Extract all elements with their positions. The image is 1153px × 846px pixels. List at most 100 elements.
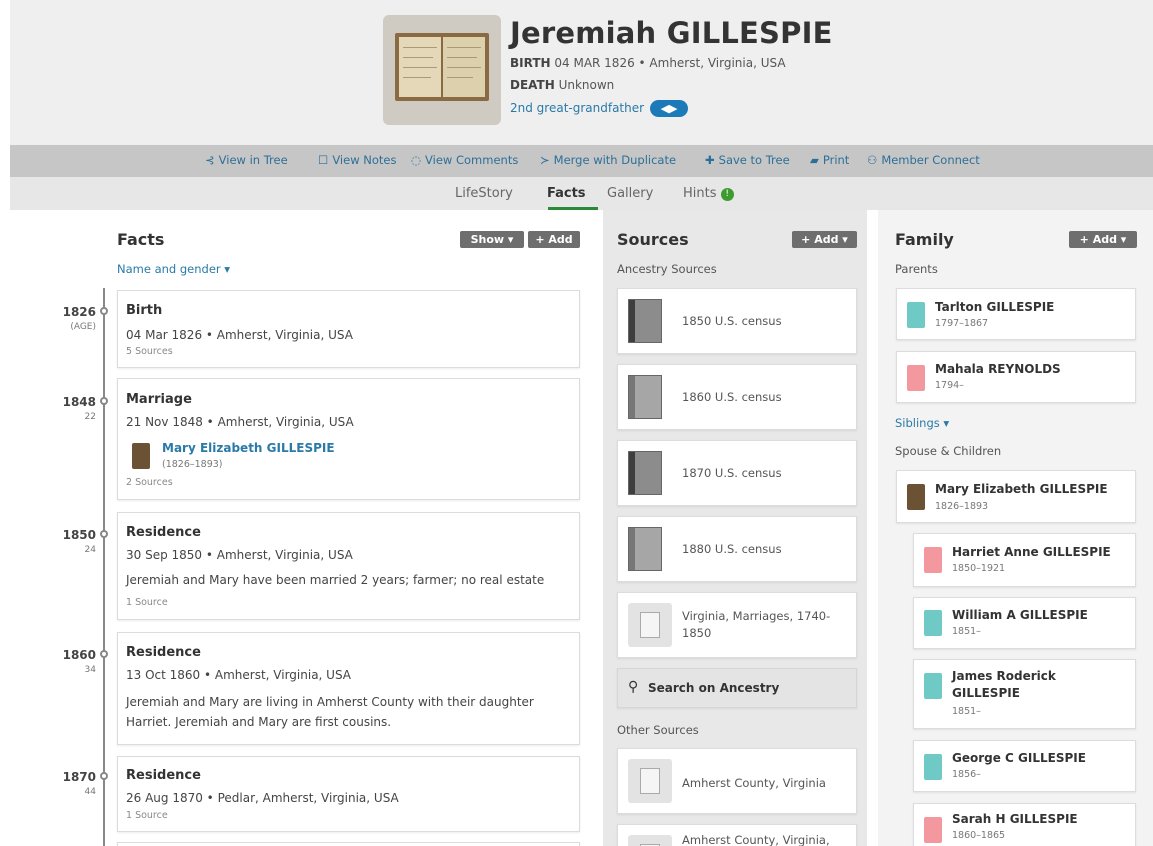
- census-thumbnail: [628, 299, 662, 343]
- tree-icon: ⊰: [205, 153, 215, 167]
- timeline-year: 1826: [62, 305, 96, 319]
- death-value: Unknown: [558, 78, 615, 92]
- print-icon: ▰: [810, 153, 819, 167]
- view-in-tree-button[interactable]: ⊰ View in Tree: [205, 153, 288, 167]
- search-on-ancestry-button[interactable]: ⚲ Search on Ancestry: [617, 668, 857, 708]
- sources-count[interactable]: 2 Sources: [126, 477, 173, 488]
- view-comments-button[interactable]: ◌ View Comments: [411, 153, 518, 167]
- male-avatar-icon: [924, 673, 942, 699]
- document-icon: [628, 759, 672, 803]
- timeline-dot: [100, 772, 108, 780]
- sources-title: Sources: [617, 230, 689, 249]
- hints-badge-icon: !: [720, 188, 734, 201]
- sources-count[interactable]: 1 Source: [126, 597, 168, 608]
- comments-icon: ◌: [411, 153, 422, 167]
- tab-gallery[interactable]: Gallery: [607, 186, 653, 201]
- spouse-card[interactable]: Mary Elizabeth GILLESPIE 1826–1893: [896, 470, 1136, 523]
- tab-hints[interactable]: Hints !: [683, 186, 734, 201]
- male-avatar-icon: [907, 302, 925, 328]
- child-card[interactable]: James Roderick GILLESPIE 1851–: [913, 659, 1136, 729]
- view-notes-button[interactable]: ☐ View Notes: [318, 153, 396, 167]
- plus-icon: ✚: [705, 153, 715, 167]
- search-icon: ⚲: [628, 679, 639, 695]
- timeline-year: 1850: [62, 528, 96, 542]
- profile-photo[interactable]: [383, 15, 501, 125]
- male-avatar-icon: [924, 610, 942, 636]
- tab-lifestory[interactable]: LifeStory: [455, 186, 513, 201]
- census-thumbnail: [628, 451, 662, 495]
- census-thumbnail: [628, 527, 662, 571]
- show-button[interactable]: Show ▾: [460, 231, 524, 248]
- ancestry-sources-label: Ancestry Sources: [617, 262, 717, 276]
- relationship-path-icon[interactable]: ◀▶: [650, 100, 689, 117]
- fact-card-partial[interactable]: [117, 842, 580, 846]
- death-label: DEATH: [510, 78, 555, 92]
- source-item[interactable]: 1850 U.S. census: [617, 288, 857, 354]
- birth-line: BIRTH 04 MAR 1826 • Amherst, Virginia, U…: [510, 56, 786, 70]
- child-card[interactable]: Harriet Anne GILLESPIE 1850–1921: [913, 533, 1136, 587]
- tab-facts[interactable]: Facts: [547, 186, 586, 201]
- timeline-age: 44: [84, 787, 96, 797]
- child-card[interactable]: William A GILLESPIE 1851–: [913, 597, 1136, 649]
- add-source-button[interactable]: + Add ▾: [792, 231, 857, 248]
- timeline-age: 34: [84, 665, 96, 675]
- source-item[interactable]: Amherst County, Virginia: [617, 748, 857, 814]
- relationship-link[interactable]: 2nd great-grandfather: [510, 101, 644, 115]
- family-member-card[interactable]: Tarlton GILLESPIE 1797–1867: [896, 288, 1136, 340]
- facts-title: Facts: [117, 230, 165, 249]
- timeline-age: 22: [84, 412, 96, 422]
- document-icon: [628, 835, 672, 846]
- timeline-line: [103, 288, 105, 846]
- child-card[interactable]: Sarah H GILLESPIE 1860–1865: [913, 803, 1136, 846]
- add-family-button[interactable]: + Add ▾: [1069, 231, 1137, 248]
- source-item[interactable]: 1880 U.S. census: [617, 516, 857, 582]
- other-sources-label: Other Sources: [617, 723, 699, 737]
- male-avatar-icon: [924, 754, 942, 780]
- relationship-line: 2nd great-grandfather ◀▶: [510, 100, 689, 117]
- spouse-children-label: Spouse & Children: [895, 444, 1002, 458]
- save-to-tree-button[interactable]: ✚ Save to Tree: [705, 153, 790, 167]
- merge-icon: ≻: [540, 153, 550, 167]
- timeline-year: 1860: [62, 648, 96, 662]
- member-connect-button[interactable]: ⚇ Member Connect: [867, 153, 980, 167]
- source-item[interactable]: 1860 U.S. census: [617, 364, 857, 430]
- print-button[interactable]: ▰ Print: [810, 153, 849, 167]
- active-tab-indicator: [548, 207, 598, 210]
- family-title: Family: [895, 230, 954, 249]
- birth-value: 04 MAR 1826 • Amherst, Virginia, USA: [554, 56, 786, 70]
- female-avatar-icon: [924, 817, 942, 843]
- spouse-avatar: [907, 484, 925, 510]
- timeline-dot: [100, 397, 108, 405]
- timeline-year: 1870: [62, 770, 96, 784]
- member-connect-icon: ⚇: [867, 153, 878, 167]
- timeline-age: 24: [84, 545, 96, 555]
- source-item[interactable]: Virginia, Marriages, 1740- 1850: [617, 592, 857, 658]
- name-gender-toggle[interactable]: Name and gender ▾: [117, 262, 230, 276]
- sources-count[interactable]: 5 Sources: [126, 346, 173, 357]
- siblings-toggle[interactable]: Siblings ▾: [895, 416, 949, 430]
- sources-count[interactable]: 1 Source: [126, 810, 168, 821]
- person-name: Jeremiah GILLESPIE: [510, 16, 833, 50]
- fact-card-birth[interactable]: Birth 04 Mar 1826 • Amherst, Virginia, U…: [117, 290, 580, 368]
- notes-icon: ☐: [318, 153, 329, 167]
- female-avatar-icon: [924, 547, 942, 573]
- fact-card-residence[interactable]: Residence 30 Sep 1850 • Amherst, Virgini…: [117, 512, 580, 620]
- action-toolbar: ⊰ View in Tree ☐ View Notes ◌ View Comments…: [10, 145, 1153, 177]
- female-avatar-icon: [907, 365, 925, 391]
- family-member-card[interactable]: Mahala REYNOLDS 1794–: [896, 351, 1136, 403]
- spouse-avatar: [132, 443, 150, 469]
- document-icon: [628, 603, 672, 647]
- fact-card-residence[interactable]: Residence 26 Aug 1870 • Pedlar, Amherst,…: [117, 756, 580, 832]
- fact-card-marriage[interactable]: Marriage 21 Nov 1848 • Amherst, Virginia…: [117, 378, 580, 500]
- add-fact-button[interactable]: + Add: [528, 231, 580, 248]
- child-card[interactable]: George C GILLESPIE 1856–: [913, 740, 1136, 792]
- census-thumbnail: [628, 375, 662, 419]
- fact-card-residence[interactable]: Residence 13 Oct 1860 • Amherst, Virgini…: [117, 632, 580, 745]
- death-line: DEATH Unknown: [510, 78, 614, 92]
- source-item[interactable]: 1870 U.S. census: [617, 440, 857, 506]
- merge-duplicate-button[interactable]: ≻ Merge with Duplicate: [540, 153, 676, 167]
- spouse-link[interactable]: Mary Elizabeth GILLESPIE: [162, 441, 335, 455]
- birth-label: BIRTH: [510, 56, 551, 70]
- source-item[interactable]: Amherst County, Virginia,: [617, 824, 857, 846]
- timeline-dot: [100, 307, 108, 315]
